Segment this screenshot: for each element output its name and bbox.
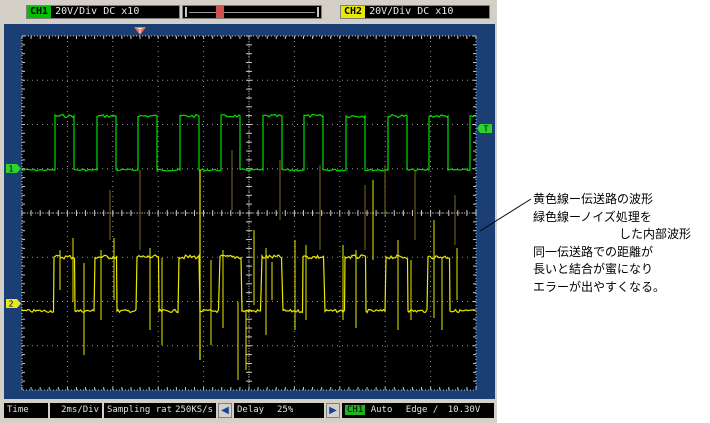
delay-left-button[interactable]: ◀	[218, 403, 232, 418]
annotation-line: した内部波形	[618, 227, 691, 241]
trigger-settings[interactable]: CH1 Auto Edge ∕ 10.30V	[342, 403, 494, 418]
waveform-display: T 1 2 T	[6, 27, 492, 391]
ch2-marker-label: 2	[8, 300, 13, 309]
annotation-line: 長いと結合が蜜になり	[533, 262, 654, 276]
trigger-channel: CH1	[345, 405, 366, 415]
delay-label: Delay	[234, 403, 274, 418]
trigger-point-label: T	[137, 27, 143, 35]
trigger-level-label: T	[483, 125, 489, 134]
annotation-line: 緑色線ーノイズ処理を	[533, 209, 652, 224]
trigger-level-marker[interactable]: T	[477, 124, 492, 134]
delay-right-button[interactable]: ▶	[326, 403, 340, 418]
delay-value[interactable]: 25%	[274, 403, 324, 418]
right-arrow-icon: ▶	[329, 405, 337, 416]
annotation-line: エラーが出やすくなる。	[533, 279, 666, 294]
time-per-div[interactable]: 2ms/Div	[50, 403, 102, 418]
time-label: Time	[4, 403, 48, 418]
ch1-marker[interactable]: 1	[6, 164, 21, 174]
trigger-mode: Auto	[370, 405, 393, 415]
annotation-line: 黄色線ー伝送路の波形	[533, 192, 654, 206]
trigger-level: 10.30V	[447, 405, 481, 415]
left-arrow-icon: ◀	[221, 405, 229, 416]
ch2-marker[interactable]: 2	[6, 299, 21, 309]
annotation-line: 同一伝送路での距離が	[533, 244, 654, 259]
sampling-rate-label: Sampling rate	[104, 403, 172, 418]
trigger-type: Edge	[405, 405, 428, 415]
annotation-text: 黄色線ー伝送路の波形 緑色線ーノイズ処理を した内部波形 同一伝送路での距離が …	[533, 191, 703, 296]
sampling-rate-value: 250KS/s	[172, 403, 216, 418]
ch1-marker-label: 1	[8, 165, 13, 174]
status-bar: Time 2ms/Div Sampling rate 250KS/s ◀ Del…	[2, 401, 495, 421]
oscilloscope-window: CH1 20V/Div DC x10 CH2 20V/Div DC x10 T 1 …	[0, 0, 497, 423]
trigger-slope-icon: ∕	[432, 405, 439, 415]
